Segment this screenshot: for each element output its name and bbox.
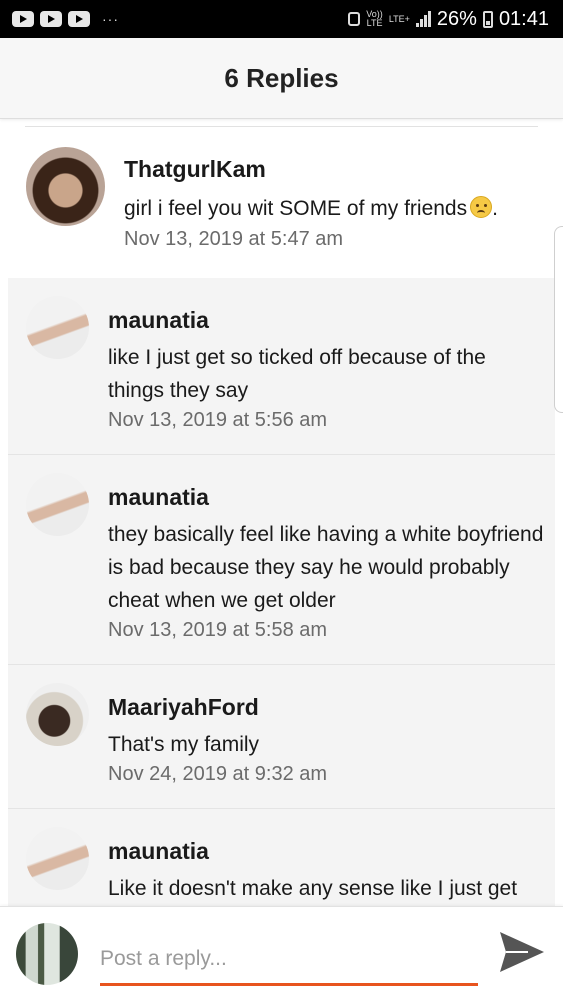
reply-item: maunatia Like it doesn't make any sense … <box>8 809 555 906</box>
reply-date: Nov 24, 2019 at 9:32 am <box>108 763 328 785</box>
youtube-icon <box>68 11 90 27</box>
avatar[interactable] <box>26 827 89 890</box>
reply-item: maunatia they basically feel like having… <box>8 455 555 664</box>
reply-body: That's my family <box>108 733 260 756</box>
reply-input[interactable] <box>100 935 478 986</box>
youtube-icon <box>12 11 34 27</box>
scroll-handle[interactable] <box>554 226 563 413</box>
divider <box>25 126 538 127</box>
comment-body: girl i feel you wit SOME of my friends. <box>124 196 498 220</box>
reply-body: like I just get so ticked off because of… <box>108 346 486 402</box>
lte-plus-indicator: LTE+ <box>388 13 410 24</box>
reply-body: Like it doesn't make any sense like I ju… <box>108 877 518 900</box>
reply-item: MaariyahFord That's my family Nov 24, 20… <box>8 665 555 808</box>
user-avatar <box>16 923 78 985</box>
frown-emoji-icon <box>470 196 493 218</box>
clock: 01:41 <box>498 7 549 30</box>
signal-icon <box>415 11 431 27</box>
reply-body: they basically feel like having a white … <box>108 523 544 612</box>
avatar[interactable] <box>26 473 89 536</box>
avatar[interactable] <box>26 683 89 746</box>
reply-author[interactable]: MaariyahFord <box>108 694 259 721</box>
reply-author[interactable]: maunatia <box>108 484 209 511</box>
avatar[interactable] <box>26 296 89 359</box>
battery-percent: 26% <box>436 7 477 30</box>
reply-bar <box>0 906 563 1001</box>
page-title: 6 Replies <box>224 62 339 93</box>
comment-date: Nov 13, 2019 at 5:47 am <box>124 228 344 250</box>
comment-item: ThatgurlKam girl i feel you wit SOME of … <box>0 130 563 278</box>
reply-date: Nov 13, 2019 at 5:58 am <box>108 619 328 641</box>
alarm-icon <box>348 12 361 26</box>
send-icon[interactable] <box>498 930 546 974</box>
replies-header: 6 Replies <box>0 38 563 119</box>
reply-date: Nov 13, 2019 at 5:56 am <box>108 409 328 431</box>
reply-author[interactable]: maunatia <box>108 838 209 865</box>
battery-icon <box>482 10 493 28</box>
more-notifications-icon: ··· <box>102 11 119 27</box>
comment-author[interactable]: ThatgurlKam <box>124 156 266 183</box>
status-bar: ··· Vo)) LTE LTE+ 26% 01:41 <box>0 0 563 38</box>
youtube-icon <box>40 11 62 27</box>
volte-indicator: Vo)) LTE <box>366 9 383 28</box>
avatar[interactable] <box>26 147 105 226</box>
reply-item: maunatia like I just get so ticked off b… <box>8 278 555 454</box>
reply-author[interactable]: maunatia <box>108 307 209 334</box>
